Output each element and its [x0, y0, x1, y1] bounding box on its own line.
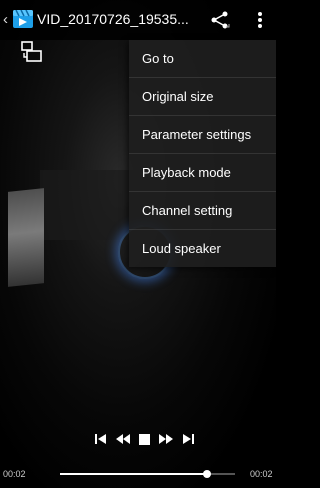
overflow-menu: Go to Original size Parameter settings P… — [129, 40, 276, 267]
video-title: VID_20170726_19535... — [37, 11, 189, 27]
playback-controls — [95, 431, 205, 447]
screen-rotate-icon[interactable] — [20, 40, 44, 64]
skip-previous-icon[interactable] — [95, 433, 107, 445]
seek-bar-progress — [60, 473, 207, 475]
current-time: 00:02 — [3, 469, 26, 479]
stop-icon[interactable] — [139, 433, 150, 445]
back-chevron-icon[interactable]: ‹ — [3, 11, 8, 28]
skip-next-icon[interactable] — [182, 433, 194, 445]
seek-bar[interactable] — [60, 470, 235, 478]
menu-item-loud-speaker[interactable]: Loud speaker — [129, 230, 276, 267]
fast-forward-icon[interactable] — [159, 433, 173, 445]
rewind-icon[interactable] — [116, 433, 130, 445]
share-icon[interactable] — [210, 10, 230, 30]
menu-item-go-to[interactable]: Go to — [129, 40, 276, 78]
menu-item-playback-mode[interactable]: Playback mode — [129, 154, 276, 192]
total-time: 00:02 — [250, 469, 273, 479]
video-app-icon — [13, 10, 33, 28]
menu-item-parameter-settings[interactable]: Parameter settings — [129, 116, 276, 154]
top-bar: ‹ VID_20170726_19535... — [0, 0, 276, 40]
menu-item-original-size[interactable]: Original size — [129, 78, 276, 116]
more-vert-icon[interactable] — [257, 10, 263, 30]
video-frame-light — [8, 188, 44, 287]
seek-bar-thumb[interactable] — [203, 470, 211, 478]
menu-item-channel-setting[interactable]: Channel setting — [129, 192, 276, 230]
